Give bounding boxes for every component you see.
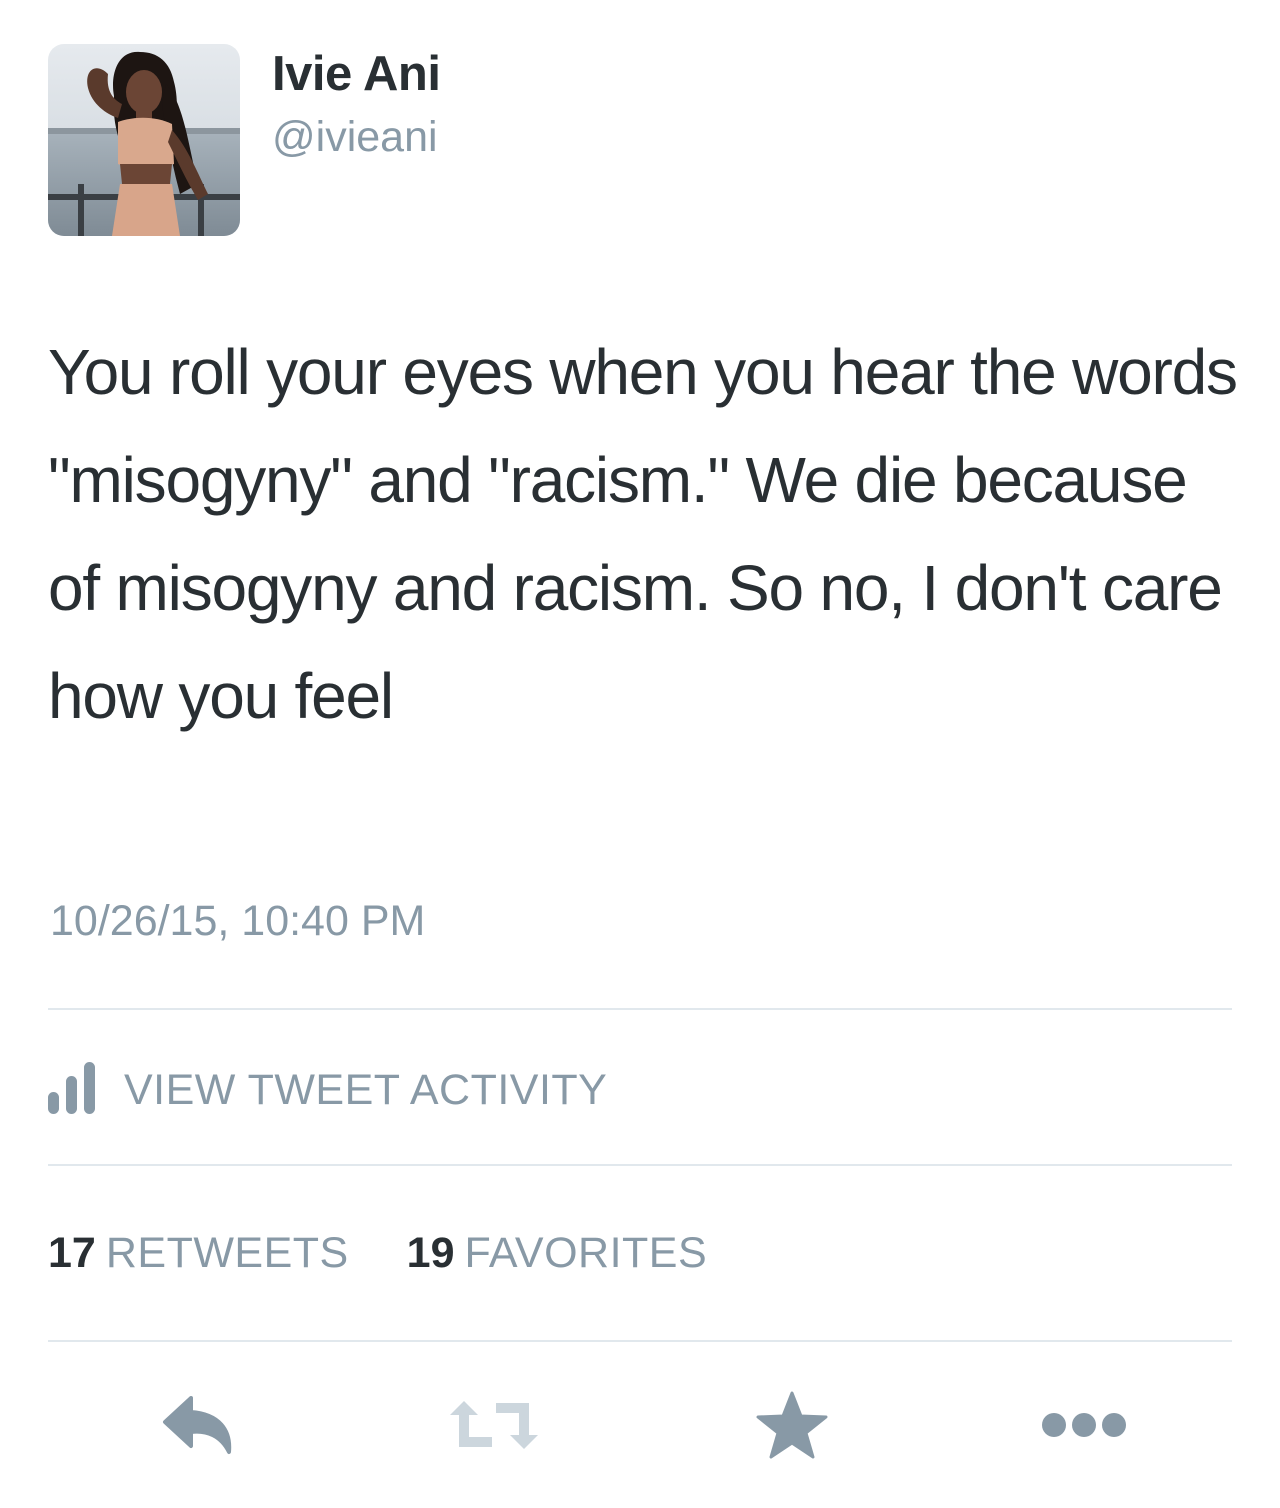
divider bbox=[48, 1340, 1232, 1342]
avatar-photo bbox=[48, 44, 240, 236]
retweets-count: 17 bbox=[48, 1229, 96, 1277]
reply-icon bbox=[163, 1396, 232, 1454]
tweet-timestamp: 10/26/15, 10:40 PM bbox=[50, 897, 426, 945]
retweets-stat[interactable]: 17 RETWEETS bbox=[48, 1229, 361, 1277]
favorites-count: 19 bbox=[406, 1229, 455, 1277]
tweet-text: You roll your eyes when you hear the wor… bbox=[48, 336, 1238, 732]
retweet-icon bbox=[450, 1401, 538, 1449]
reply-button[interactable] bbox=[160, 1390, 240, 1460]
view-tweet-activity-label: VIEW TWEET ACTIVITY bbox=[124, 1065, 608, 1114]
star-icon bbox=[756, 1391, 828, 1459]
view-tweet-activity-button[interactable]: VIEW TWEET ACTIVITY bbox=[48, 1062, 607, 1118]
user-handle[interactable]: @ivieani bbox=[272, 113, 438, 161]
divider bbox=[48, 1008, 1232, 1010]
tweet-stats: 17 RETWEETS 19 FAVORITES bbox=[48, 1228, 707, 1280]
favorites-stat[interactable]: 19 FAVORITES bbox=[407, 1229, 707, 1277]
bar-chart-icon bbox=[48, 1062, 104, 1118]
retweets-label: RETWEETS bbox=[105, 1229, 349, 1277]
more-icon bbox=[1042, 1413, 1126, 1437]
retweet-button[interactable] bbox=[448, 1390, 540, 1460]
avatar[interactable] bbox=[48, 44, 240, 236]
divider bbox=[48, 1164, 1232, 1166]
display-name[interactable]: Ivie Ani bbox=[272, 47, 441, 102]
favorites-label: FAVORITES bbox=[464, 1229, 708, 1277]
more-button[interactable] bbox=[1036, 1390, 1132, 1460]
favorite-button[interactable] bbox=[752, 1390, 832, 1460]
